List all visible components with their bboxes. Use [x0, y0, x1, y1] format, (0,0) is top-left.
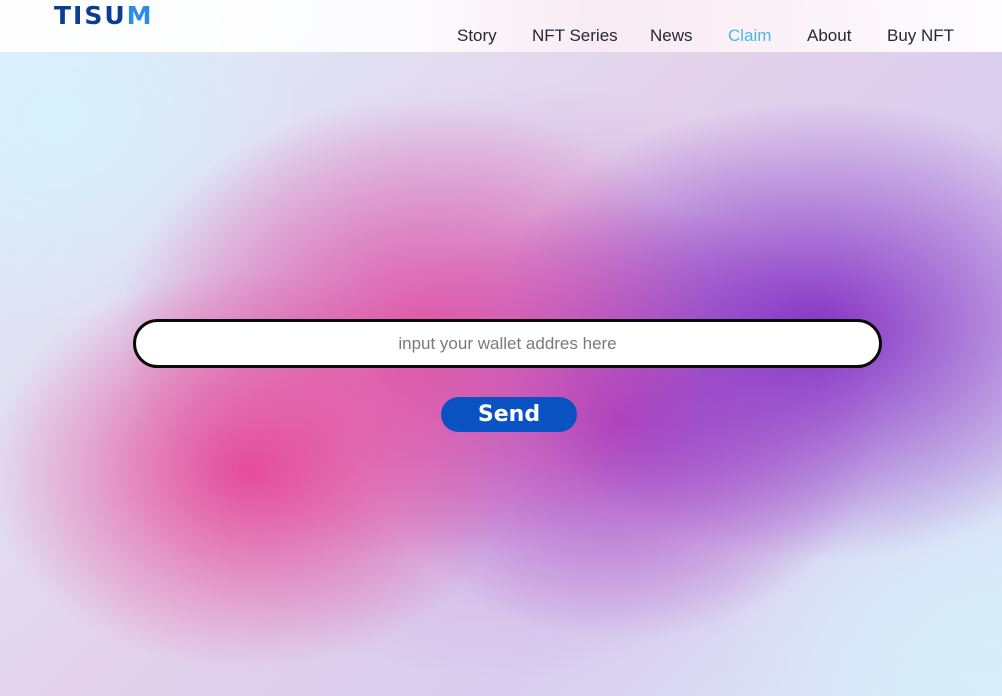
top-navigation-bar: TISUM Story NFT Series News Claim About …	[0, 0, 1002, 52]
send-button[interactable]: Send	[441, 397, 577, 432]
logo-text-dark: TISU	[54, 1, 127, 30]
logo-text-light: M	[126, 1, 154, 30]
nav-claim-link[interactable]: Claim	[728, 26, 771, 46]
tisum-logo[interactable]: TISUM	[54, 1, 154, 31]
nav-news-link[interactable]: News	[650, 26, 693, 46]
nav-about-link[interactable]: About	[807, 26, 851, 46]
nav-buy-nft-link[interactable]: Buy NFT	[887, 26, 954, 46]
nav-story-link[interactable]: Story	[457, 26, 497, 46]
nav-nft-series-link[interactable]: NFT Series	[532, 26, 618, 46]
wallet-address-input[interactable]	[133, 319, 882, 368]
